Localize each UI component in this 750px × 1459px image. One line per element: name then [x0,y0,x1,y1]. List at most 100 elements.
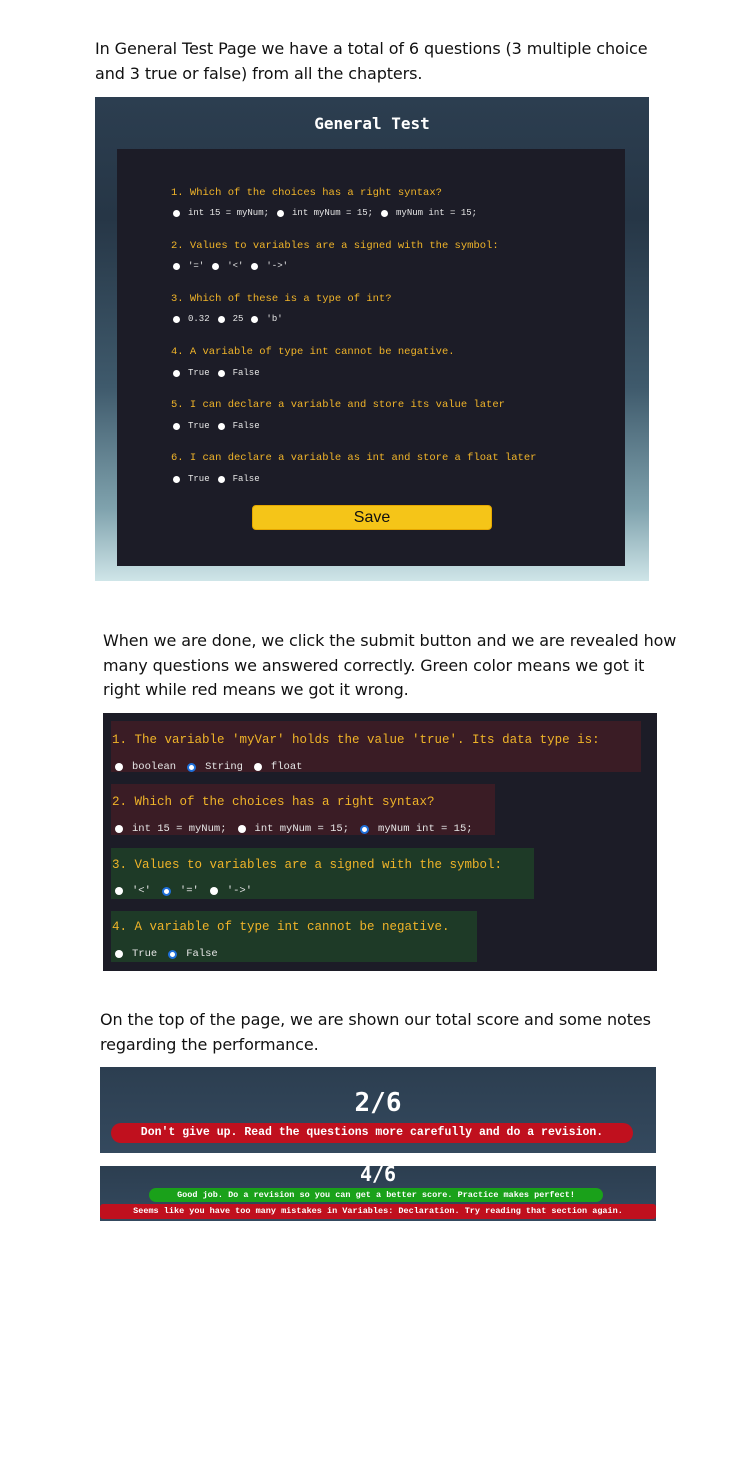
feedback-message-bad: Don't give up. Read the questions more c… [111,1123,633,1143]
radio-icon[interactable] [212,262,220,270]
radio-option[interactable]: 0.32 [173,314,210,324]
radio-selected-icon[interactable] [168,949,178,959]
option-label: '=' [188,261,205,271]
option-label: boolean [132,761,177,773]
save-button[interactable]: Save [252,505,492,530]
question-5: 5. I can declare a variable and store it… [171,399,505,411]
radio-option[interactable]: '<' [212,261,243,271]
radio-option[interactable]: float [253,761,303,773]
radio-option[interactable]: '<' [115,885,151,897]
option-label: 0.32 [188,314,210,324]
result-question-2-options: int 15 = myNum; int myNum = 15; myNum in… [115,823,484,835]
option-label: '->' [266,261,289,271]
radio-option[interactable]: int myNum = 15; [237,823,350,835]
radio-icon[interactable] [173,369,180,377]
radio-selected-icon[interactable] [187,762,197,772]
results-screenshot: 1. The variable 'myVar' holds the value … [103,713,657,971]
radio-icon[interactable] [381,209,389,217]
results-line-1: When we are done, we click the submit bu… [103,631,677,650]
option-label: False [232,368,260,378]
radio-icon[interactable] [217,422,225,430]
option-label: float [270,761,303,773]
score-screenshot-mid: 4/6 Good job. Do a revision so you can g… [100,1166,656,1221]
radio-selected-icon[interactable] [360,824,370,834]
radio-option-selected[interactable]: myNum int = 15; [360,823,473,835]
question-text: 1. The variable 'myVar' holds the value … [112,733,600,747]
option-label: '->' [226,885,253,897]
question-1-options: int 15 = myNum; int myNum = 15; myNum in… [173,208,485,218]
option-label: True [188,368,210,378]
question-4: 4. A variable of type int cannot be nega… [171,346,455,358]
radio-option[interactable]: '->' [251,261,288,271]
question-text: 3. Values to variables are a signed with… [112,858,503,872]
radio-icon[interactable] [209,887,218,895]
intro-paragraph: In General Test Page we have a total of … [95,37,648,86]
radio-icon[interactable] [115,763,123,771]
score-value: 2/6 [354,1088,402,1118]
question-4-options: True False [173,368,268,378]
radio-option[interactable]: myNum int = 15; [381,208,477,218]
score-value: 4/6 [359,1166,397,1186]
radio-option-selected[interactable]: String [187,761,243,773]
radio-option[interactable]: int 15 = myNum; [173,208,269,218]
option-label: False [186,948,218,960]
radio-option[interactable]: False [217,368,260,378]
option-label: myNum int = 15; [378,823,473,835]
radio-icon[interactable] [237,825,246,833]
radio-icon[interactable] [251,262,259,270]
radio-option[interactable]: False [217,474,260,484]
option-label: '<' [227,261,244,271]
radio-icon[interactable] [173,315,180,323]
radio-option-selected[interactable]: False [168,948,218,960]
feedback-message-good: Good job. Do a revision so you can get a… [149,1188,603,1202]
radio-icon[interactable] [115,950,123,958]
radio-option[interactable]: 'b' [251,314,283,324]
radio-icon[interactable] [277,209,285,217]
score-line-1: On the top of the page, we are shown our… [100,1010,651,1029]
radio-option[interactable]: int 15 = myNum; [115,823,227,835]
radio-option[interactable]: True [173,421,210,431]
question-2-options: '=' '<' '->' [173,261,296,271]
question-5-options: True False [173,421,268,431]
radio-option[interactable]: True [115,948,157,960]
question-6: 6. I can declare a variable as int and s… [171,452,537,464]
radio-icon[interactable] [173,209,180,217]
option-label: int myNum = 15; [254,823,350,835]
radio-icon[interactable] [115,887,123,895]
radio-option-selected[interactable]: '=' [161,885,199,897]
questions-panel: 1. Which of the choices has a right synt… [117,149,625,566]
results-line-3: right while red means we got it wrong. [103,680,409,699]
question-text: 2. Which of the choices has a right synt… [112,795,435,809]
question-3-options: 0.32 25 'b' [173,314,291,324]
option-label: int 15 = myNum; [188,208,270,218]
score-paragraph: On the top of the page, we are shown our… [100,1008,651,1057]
radio-icon[interactable] [251,315,259,323]
option-label: True [132,948,158,960]
radio-icon[interactable] [173,262,180,270]
page-title: General Test [314,114,430,133]
radio-icon[interactable] [115,825,123,833]
option-label: 'b' [266,314,283,324]
radio-option[interactable]: int myNum = 15; [277,208,373,218]
radio-option[interactable]: boolean [115,761,176,773]
radio-icon[interactable] [253,763,262,771]
radio-option[interactable]: False [217,421,260,431]
radio-icon[interactable] [217,475,225,483]
option-label: '=' [179,885,199,897]
question-3: 3. Which of these is a type of int? [171,293,392,305]
radio-option[interactable]: '=' [173,261,204,271]
radio-icon[interactable] [173,475,180,483]
option-label: myNum int = 15; [396,208,478,218]
radio-icon[interactable] [173,422,180,430]
score-screenshot-low: 2/6 Don't give up. Read the questions mo… [100,1067,656,1153]
general-test-screenshot: General Test 1. Which of the choices has… [95,97,649,581]
radio-icon[interactable] [217,369,225,377]
radio-icon[interactable] [217,315,225,323]
radio-option[interactable]: 25 [217,314,243,324]
option-label: False [232,474,260,484]
radio-option[interactable]: True [173,474,210,484]
intro-line-2: and 3 true or false) from all the chapte… [95,63,423,83]
radio-option[interactable]: True [173,368,210,378]
radio-selected-icon[interactable] [161,886,171,896]
radio-option[interactable]: '->' [209,885,253,897]
